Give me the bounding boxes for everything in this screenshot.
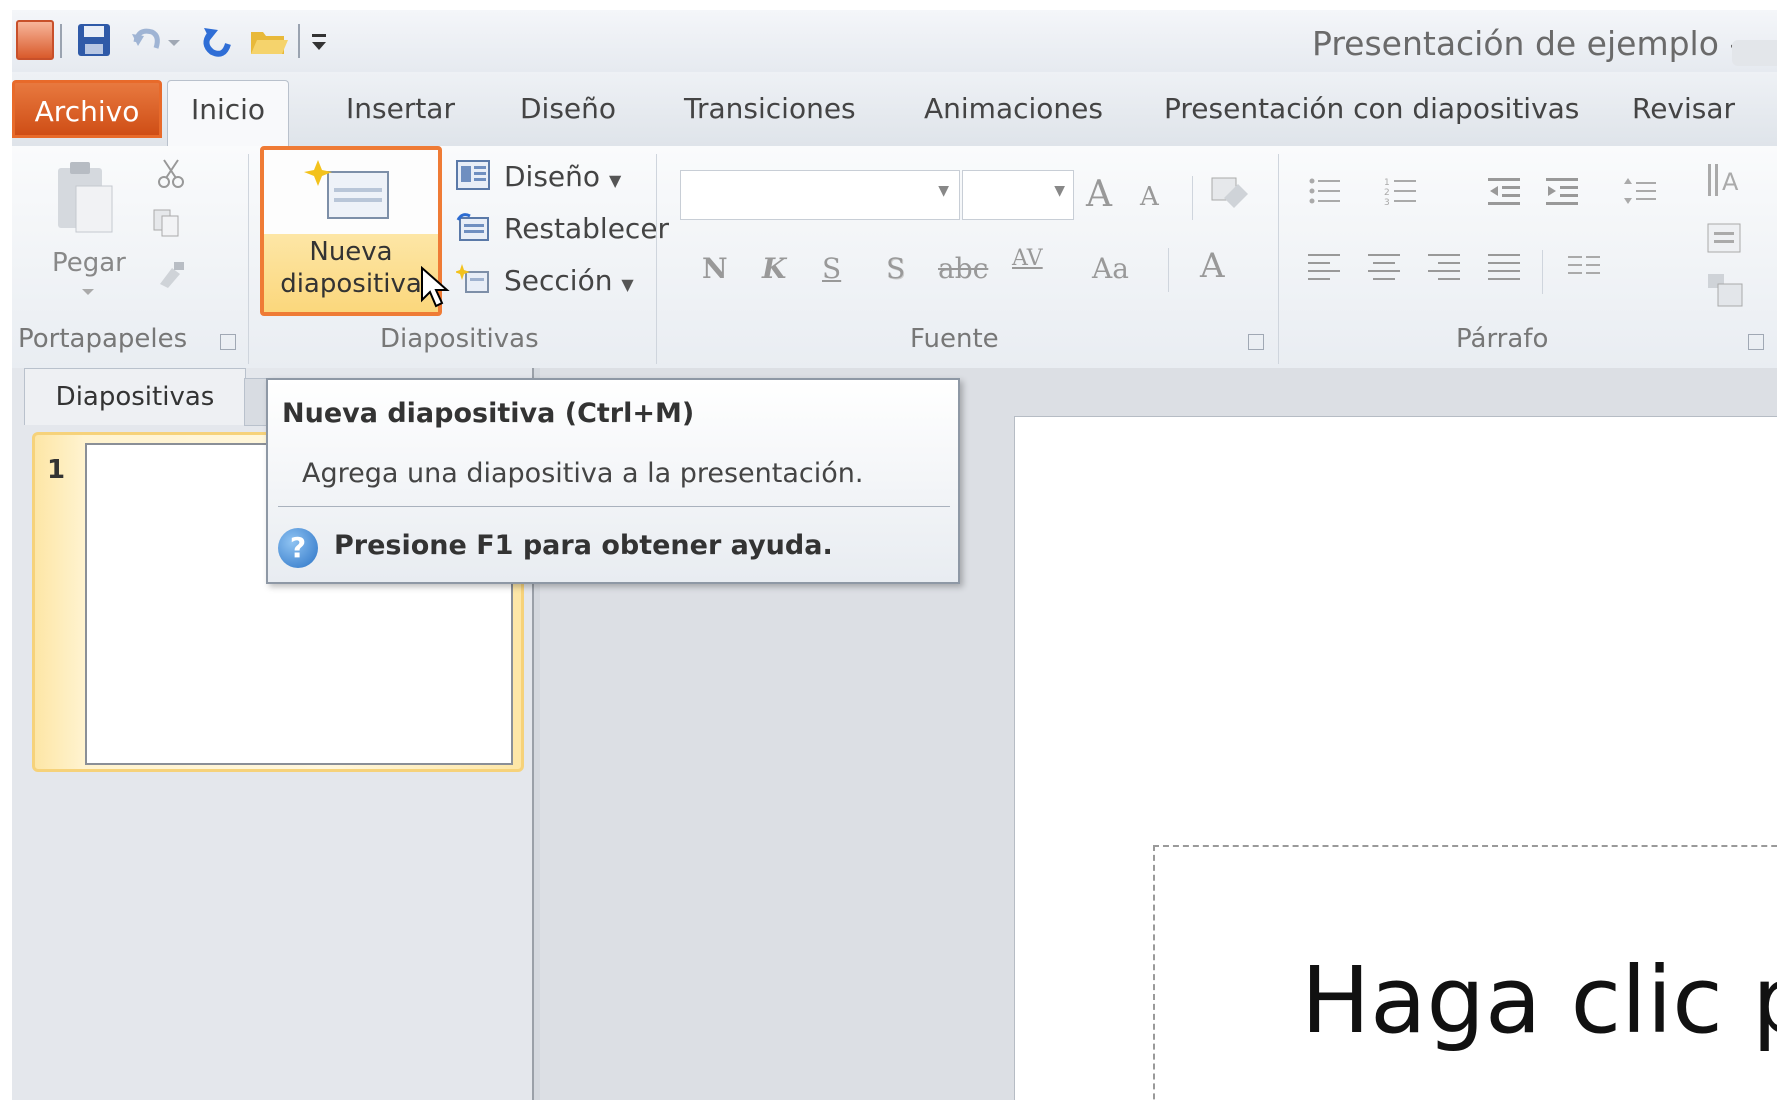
section-label: Sección xyxy=(504,264,613,297)
mouse-cursor-icon xyxy=(421,266,450,308)
tab-animaciones[interactable]: Animaciones xyxy=(924,80,1103,138)
paragraph-launcher-icon[interactable] xyxy=(1748,334,1764,350)
layout-button[interactable]: Diseño ▼ xyxy=(504,160,621,193)
slides-group-label: Diapositivas xyxy=(380,324,539,354)
tab-diseno[interactable]: Diseño xyxy=(520,80,616,138)
chevron-down-icon: ▼ xyxy=(1054,183,1065,199)
group-divider xyxy=(248,154,249,364)
toolbar-divider xyxy=(60,24,62,58)
tooltip-divider xyxy=(278,506,950,507)
copy-icon[interactable] xyxy=(150,208,184,238)
tab-presentacion[interactable]: Presentación con diapositivas xyxy=(1164,80,1579,138)
clear-formatting-icon[interactable] xyxy=(1208,176,1252,216)
powerpoint-window: Presentación de ejemplo - Archivo Inicio… xyxy=(0,0,1777,1100)
slide-number: 1 xyxy=(47,455,66,485)
font-divider xyxy=(1192,176,1193,220)
shrink-font-button[interactable]: A xyxy=(1140,182,1159,212)
svg-text:2: 2 xyxy=(1384,188,1390,198)
tab-insertar[interactable]: Insertar xyxy=(346,80,455,138)
underline-button[interactable]: S xyxy=(822,252,841,285)
new-slide-icon xyxy=(304,160,389,219)
format-painter-icon[interactable] xyxy=(154,260,188,290)
line-spacing-icon[interactable] xyxy=(1624,176,1658,206)
paste-icon[interactable] xyxy=(52,158,116,238)
new-slide-label-line1: Nueva xyxy=(309,237,393,267)
chevron-down-icon: ▼ xyxy=(938,183,949,199)
title-obscured xyxy=(1732,40,1777,66)
title-bar: Presentación de ejemplo - xyxy=(12,10,1777,72)
redo-icon[interactable] xyxy=(198,20,238,60)
tab-slides[interactable]: Diapositivas xyxy=(24,368,246,425)
numbering-icon[interactable]: 123 xyxy=(1384,176,1418,208)
cut-icon[interactable] xyxy=(154,158,188,188)
svg-text:3: 3 xyxy=(1384,198,1390,206)
increase-indent-icon[interactable] xyxy=(1546,176,1580,206)
character-spacing-button[interactable]: AV xyxy=(1012,246,1043,271)
columns-icon[interactable] xyxy=(1568,252,1602,282)
tab-archivo[interactable]: Archivo xyxy=(12,80,162,138)
svg-text:1: 1 xyxy=(1384,178,1390,188)
section-icon[interactable] xyxy=(454,264,490,294)
tab-transiciones[interactable]: Transiciones xyxy=(684,80,856,138)
align-left-icon[interactable] xyxy=(1308,252,1342,282)
font-size-combo[interactable]: ▼ xyxy=(962,170,1074,220)
align-center-icon[interactable] xyxy=(1368,252,1402,282)
decrease-indent-icon[interactable] xyxy=(1488,176,1522,206)
ribbon: Pegar Portapapeles Nueva diapositiva Dis… xyxy=(12,146,1777,369)
undo-dropdown-icon[interactable] xyxy=(164,20,184,60)
paste-label[interactable]: Pegar xyxy=(52,248,126,278)
tooltip-title: Nueva diapositiva (Ctrl+M) xyxy=(282,398,695,429)
reset-button[interactable]: Restablecer xyxy=(504,212,669,245)
new-slide-button[interactable]: Nueva diapositiva xyxy=(260,146,442,316)
tooltip-description: Agrega una diapositiva a la presentación… xyxy=(302,458,864,489)
tooltip-help-text: Presione F1 para obtener ayuda. xyxy=(334,530,833,561)
chevron-down-icon: ▼ xyxy=(621,275,634,294)
group-divider xyxy=(1278,154,1279,364)
reset-icon[interactable] xyxy=(456,212,490,242)
open-folder-icon[interactable] xyxy=(248,20,288,60)
group-divider xyxy=(656,154,657,364)
clipboard-group-label: Portapapeles xyxy=(18,324,188,354)
font-family-combo[interactable]: ▼ xyxy=(680,170,960,220)
toolbar-divider xyxy=(298,24,300,58)
align-right-icon[interactable] xyxy=(1428,252,1462,282)
font-color-button[interactable]: A xyxy=(1200,246,1225,286)
tab-inicio[interactable]: Inicio xyxy=(167,80,289,147)
save-icon[interactable] xyxy=(74,20,114,60)
paragraph-divider xyxy=(1542,250,1543,294)
grow-font-button[interactable]: A xyxy=(1086,174,1112,215)
smartart-icon[interactable] xyxy=(1706,270,1746,310)
title-placeholder-text[interactable]: Haga clic p xyxy=(1301,947,1777,1054)
layout-label: Diseño xyxy=(504,160,601,193)
tab-revisar[interactable]: Revisar xyxy=(1632,80,1735,138)
new-slide-tooltip: Nueva diapositiva (Ctrl+M) Agrega una di… xyxy=(266,378,960,584)
change-case-button[interactable]: Aa xyxy=(1092,252,1129,285)
clipboard-launcher-icon[interactable] xyxy=(220,334,236,350)
strikethrough-button[interactable]: abc xyxy=(938,252,988,285)
layout-icon[interactable] xyxy=(456,160,490,190)
font-group-label: Fuente xyxy=(910,324,999,354)
bold-button[interactable]: N xyxy=(702,252,728,285)
ribbon-tab-bar: Archivo Inicio Insertar Diseño Transicio… xyxy=(12,72,1777,147)
undo-icon[interactable] xyxy=(126,20,166,60)
svg-text:A: A xyxy=(1722,168,1739,196)
font-launcher-icon[interactable] xyxy=(1248,334,1264,350)
chevron-down-icon: ▼ xyxy=(608,171,622,190)
new-slide-label-line2: diapositiva xyxy=(280,269,422,299)
italic-button[interactable]: K xyxy=(762,252,786,285)
paste-dropdown-icon[interactable] xyxy=(80,284,96,298)
align-text-icon[interactable] xyxy=(1706,218,1746,258)
section-button[interactable]: Sección ▼ xyxy=(504,264,634,297)
justify-icon[interactable] xyxy=(1488,252,1522,282)
powerpoint-app-icon[interactable] xyxy=(16,20,54,60)
bullets-icon[interactable] xyxy=(1308,176,1342,206)
slide-canvas[interactable]: Haga clic p xyxy=(1014,416,1777,1100)
paragraph-group-label: Párrafo xyxy=(1456,324,1549,354)
text-direction-icon[interactable]: A xyxy=(1706,160,1746,200)
customize-toolbar-icon[interactable] xyxy=(306,20,334,60)
font-divider xyxy=(1168,248,1169,292)
window-title: Presentación de ejemplo - xyxy=(1312,24,1742,63)
shadow-button[interactable]: S xyxy=(886,252,905,285)
help-icon: ? xyxy=(278,528,318,568)
